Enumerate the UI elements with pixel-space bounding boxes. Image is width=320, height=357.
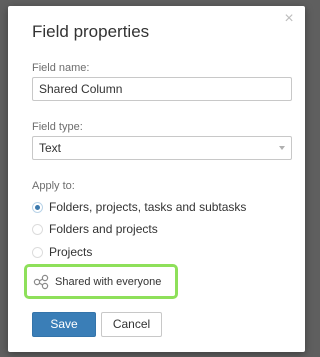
field-properties-dialog: × Field properties Field name: Shared Co… [8,6,305,352]
close-icon[interactable]: × [282,11,296,27]
field-type-value: Text [39,141,62,155]
chevron-down-icon [279,146,285,150]
save-button[interactable]: Save [32,312,96,337]
sharing-label: Shared with everyone [55,275,162,288]
field-type-label: Field type: [32,121,83,133]
apply-to-label: Apply to: [32,180,75,192]
dialog-title: Field properties [32,22,150,41]
field-name-label: Field name: [32,62,90,74]
radio-option-folders-projects-tasks-subtasks[interactable]: Folders, projects, tasks and subtasks [32,199,246,215]
radio-option-label: Folders, projects, tasks and subtasks [49,200,247,214]
sharing-toggle[interactable]: Shared with everyone [24,264,178,299]
cancel-button[interactable]: Cancel [101,312,162,337]
field-name-input[interactable]: Shared Column [32,77,292,101]
radio-unchecked-icon[interactable] [32,246,43,258]
radio-checked-icon[interactable] [32,201,43,213]
radio-unchecked-icon[interactable] [32,223,43,235]
radio-option-projects[interactable]: Projects [32,244,92,260]
share-icon [33,274,49,289]
radio-option-label: Folders and projects [49,222,158,236]
radio-option-folders-projects[interactable]: Folders and projects [32,221,158,237]
radio-option-label: Projects [49,245,93,259]
field-type-select[interactable]: Text [32,136,292,160]
